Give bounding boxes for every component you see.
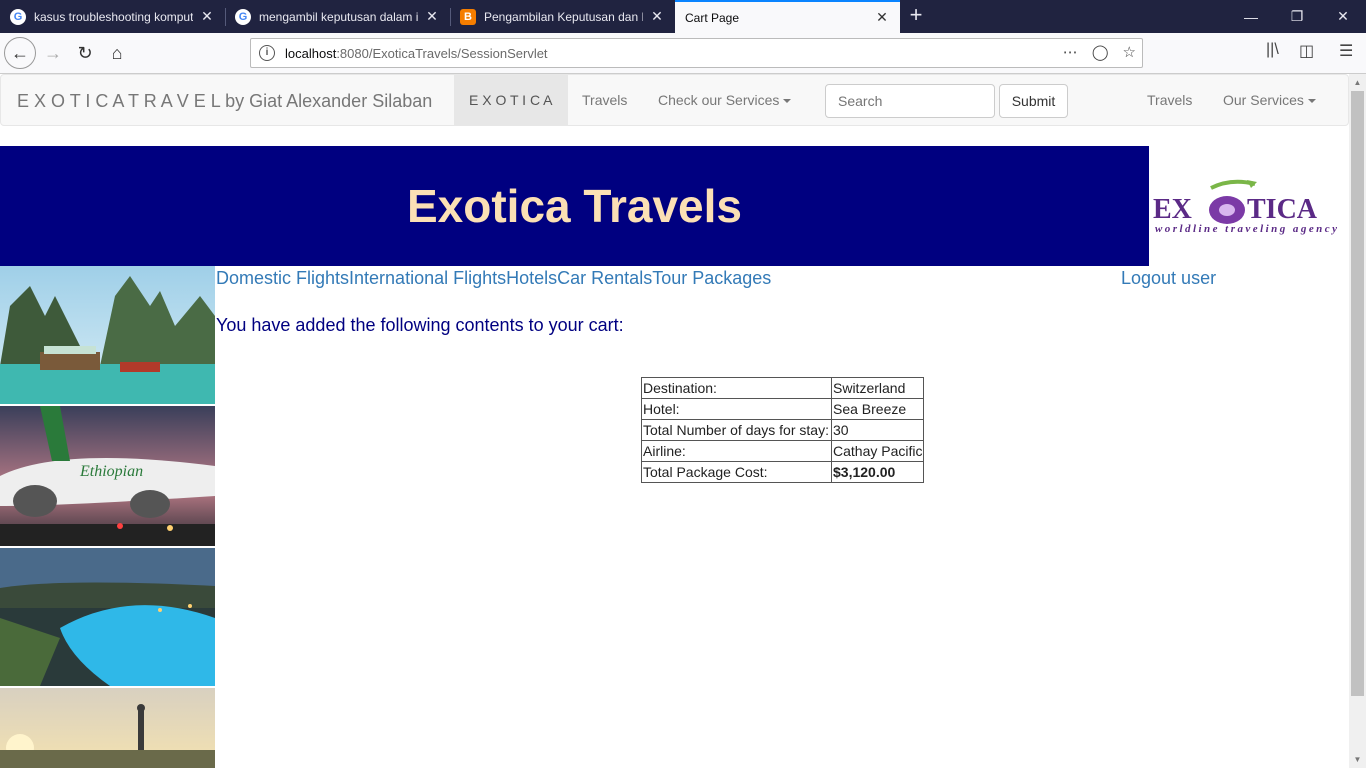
- reload-icon[interactable]: ↻: [70, 38, 100, 68]
- cart-table: Destination: Switzerland Hotel: Sea Breeze…: [641, 377, 925, 483]
- dropdown-label: Our Services: [1223, 92, 1304, 108]
- cart-value: 30: [830, 419, 925, 441]
- browser-tab-bar: G kasus troubleshooting komputer ✕ G men…: [0, 0, 1366, 33]
- link-tour-packages[interactable]: Tour Packages: [652, 268, 771, 288]
- cart-label: Hotel:: [641, 398, 832, 420]
- cart-total-value: $3,120.00: [830, 461, 925, 483]
- pocket-icon[interactable]: ◯: [1092, 43, 1109, 61]
- banner-title: Exotica Travels: [407, 180, 742, 232]
- svg-text:Ethiopian: Ethiopian: [79, 463, 143, 480]
- library-icon[interactable]: ||\: [1266, 41, 1279, 59]
- table-row-total: Total Package Cost: $3,120.00: [641, 461, 925, 483]
- link-car-rentals[interactable]: Car Rentals: [557, 268, 652, 288]
- logout-link[interactable]: Logout user: [1121, 268, 1216, 289]
- forward-arrow-icon[interactable]: →: [38, 38, 68, 68]
- page-viewport: E X O T I C A T R A V E L by Giat Alexan…: [0, 74, 1349, 768]
- close-icon[interactable]: ✕: [649, 8, 665, 25]
- bookmark-star-icon[interactable]: ☆: [1123, 43, 1136, 61]
- brand-link[interactable]: E X O T I C A T R A V E L by Giat Alexan…: [17, 91, 432, 112]
- resort-pool-image: [0, 548, 215, 686]
- scroll-down-icon[interactable]: ▼: [1349, 751, 1366, 768]
- blogger-icon: B: [460, 8, 476, 25]
- browser-toolbar: ← → ↻ ⌂ i localhost:8080/ExoticaTravels/…: [0, 33, 1366, 74]
- nav-item-exotica[interactable]: E X O T I C A: [454, 75, 568, 125]
- minimize-icon[interactable]: —: [1228, 0, 1274, 33]
- svg-text:EX: EX: [1153, 194, 1192, 225]
- restore-icon[interactable]: ❐: [1274, 0, 1320, 33]
- browser-tab-active[interactable]: Cart Page ✕: [675, 0, 900, 33]
- info-icon[interactable]: i: [259, 45, 275, 61]
- cart-label: Total Number of days for stay:: [641, 419, 832, 441]
- close-icon[interactable]: ✕: [424, 8, 440, 25]
- cart-value: Cathay Pacific: [830, 440, 925, 462]
- table-row: Destination: Switzerland: [641, 377, 925, 399]
- browser-tab-3[interactable]: B Pengambilan Keputusan dan Pe ✕: [450, 0, 675, 33]
- link-international-flights[interactable]: International Flights: [349, 268, 506, 288]
- scroll-up-icon[interactable]: ▲: [1349, 74, 1366, 91]
- tab-title: mengambil keputusan dalam i: [259, 9, 418, 24]
- airplane-image: Ethiopian: [0, 406, 215, 546]
- halong-bay-image: [0, 266, 215, 404]
- new-tab-icon[interactable]: +: [904, 4, 928, 28]
- tab-title: kasus troubleshooting komputer: [34, 9, 193, 24]
- browser-tab-2[interactable]: G mengambil keputusan dalam i ✕: [225, 0, 450, 33]
- url-path: :8080/ExoticaTravels/SessionServlet: [336, 45, 548, 61]
- table-row: Total Number of days for stay: 30: [641, 419, 925, 441]
- nav-item-travels-right[interactable]: Travels: [1132, 75, 1207, 125]
- back-arrow-icon[interactable]: ←: [4, 37, 36, 69]
- close-icon[interactable]: ✕: [199, 8, 215, 25]
- cart-value: Switzerland: [830, 377, 925, 399]
- table-row: Hotel: Sea Breeze: [641, 398, 925, 420]
- exotica-logo: EX TICA worldline traveling agency: [1153, 179, 1337, 235]
- tab-title: Cart Page: [685, 10, 740, 25]
- nav-dropdown-our-services[interactable]: Our Services: [1208, 75, 1331, 125]
- cart-message: You have added the following contents to…: [216, 315, 624, 335]
- table-row: Airline: Cathay Pacific: [641, 440, 925, 462]
- traveler-landscape-image: [0, 688, 215, 768]
- link-domestic-flights[interactable]: Domestic Flights: [216, 268, 349, 288]
- browser-tab-1[interactable]: G kasus troubleshooting komputer ✕: [0, 0, 225, 33]
- tab-title: Pengambilan Keputusan dan Pe: [484, 9, 643, 24]
- sidebar-icon[interactable]: ◫: [1299, 41, 1314, 61]
- logo-tagline: worldline traveling agency: [1155, 223, 1337, 235]
- nav-dropdown-services[interactable]: Check our Services: [643, 75, 806, 125]
- service-links: Domestic FlightsInternational FlightsHot…: [216, 268, 771, 289]
- submit-button[interactable]: Submit: [999, 84, 1068, 118]
- url-bar[interactable]: i localhost:8080/ExoticaTravels/SessionS…: [250, 38, 1143, 68]
- close-icon[interactable]: ✕: [874, 9, 890, 26]
- caret-down-icon: [1307, 99, 1316, 104]
- link-hotels[interactable]: Hotels: [506, 268, 557, 288]
- scrollbar-thumb[interactable]: [1351, 91, 1364, 696]
- site-navbar: E X O T I C A T R A V E L by Giat Alexan…: [0, 74, 1349, 126]
- google-icon: G: [235, 8, 251, 25]
- cart-label: Destination:: [641, 377, 832, 399]
- page-actions-icon[interactable]: ⋯: [1063, 43, 1078, 61]
- dropdown-label: Check our Services: [658, 92, 780, 108]
- home-icon[interactable]: ⌂: [102, 38, 132, 68]
- google-icon: G: [10, 8, 26, 25]
- vertical-scrollbar[interactable]: ▲ ▼: [1349, 74, 1366, 768]
- cart-label: Total Package Cost:: [641, 461, 832, 483]
- cart-label: Airline:: [641, 440, 832, 462]
- window-close-icon[interactable]: ✕: [1320, 0, 1366, 33]
- cart-value: Sea Breeze: [830, 398, 925, 420]
- url-host: localhost: [285, 45, 337, 61]
- site-banner: Exotica Travels: [0, 146, 1149, 266]
- search-input[interactable]: [825, 84, 995, 118]
- menu-icon[interactable]: ☰: [1339, 41, 1353, 61]
- svg-text:TICA: TICA: [1247, 194, 1318, 225]
- nav-item-travels[interactable]: Travels: [567, 75, 642, 125]
- caret-down-icon: [783, 99, 792, 104]
